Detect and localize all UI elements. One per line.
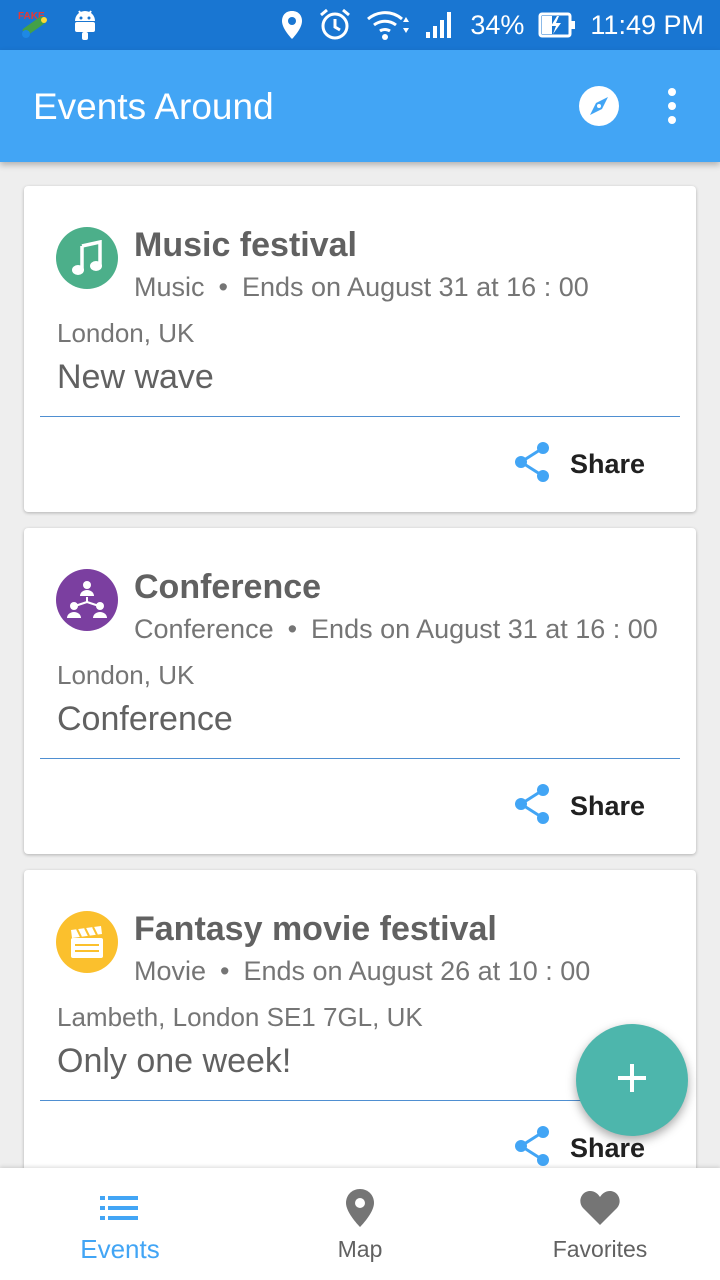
overflow-menu-icon[interactable] <box>654 84 690 128</box>
event-location: Lambeth, London SE1 7GL, UK <box>57 1002 423 1032</box>
share-icon <box>512 782 552 831</box>
signal-icon <box>424 10 456 40</box>
heart-icon <box>480 1186 720 1230</box>
event-location: London, UK <box>57 660 195 690</box>
event-list[interactable]: Music festival Music • Ends on August 31 a… <box>0 162 720 1168</box>
event-end-time: Ends on August 26 at 10 : 00 <box>243 956 591 986</box>
separator-dot: • <box>218 272 228 302</box>
nav-map[interactable]: Map <box>240 1168 480 1280</box>
plus-icon <box>616 1062 648 1099</box>
event-card[interactable]: Music festival Music • Ends on August 31 a… <box>24 186 696 512</box>
battery-percent: 34% <box>470 9 525 40</box>
event-description: Conference <box>57 700 233 738</box>
nav-map-label: Map <box>337 1236 383 1262</box>
add-event-button[interactable] <box>576 1024 688 1136</box>
battery-charging-icon <box>538 12 576 38</box>
bottom-navigation: Events Map Favorites <box>0 1168 720 1280</box>
location-pin-icon <box>280 9 304 41</box>
share-icon <box>512 440 552 489</box>
event-card[interactable]: Fantasy movie festival Movie • Ends on Aug… <box>24 870 696 1168</box>
map-pin-icon <box>240 1186 480 1230</box>
share-label: Share <box>570 1132 646 1163</box>
app-bar: Events Around <box>0 50 720 162</box>
compass-icon[interactable] <box>578 85 620 127</box>
share-icon <box>512 1124 552 1169</box>
app-title: Events Around <box>33 86 274 127</box>
wifi-icon <box>366 9 410 41</box>
event-category: Music <box>134 272 205 302</box>
separator-dot: • <box>287 614 298 644</box>
nav-favorites-label: Favorites <box>552 1236 648 1262</box>
music-note-icon <box>56 227 118 289</box>
event-title: Music festival <box>134 226 357 264</box>
share-label: Share <box>570 790 646 821</box>
fake-gps-icon: FAKE <box>16 8 52 42</box>
event-title: Fantasy movie festival <box>134 910 497 948</box>
nav-favorites[interactable]: Favorites <box>480 1168 720 1280</box>
android-icon <box>72 9 98 41</box>
event-description: New wave <box>57 358 214 396</box>
share-button[interactable]: Share <box>512 782 646 831</box>
separator-dot: • <box>220 956 230 986</box>
event-end-time: Ends on August 31 at 16 : 00 <box>241 272 589 302</box>
divider <box>40 416 680 417</box>
share-label: Share <box>570 448 646 479</box>
event-title: Conference <box>134 568 322 606</box>
status-bar: FAKE 34% 11:49 PM <box>0 0 720 50</box>
nav-events[interactable]: Events <box>0 1168 240 1280</box>
nav-events-label: Events <box>80 1234 160 1264</box>
event-meta: Conference • Ends on August 31 at 16 : 00 <box>134 614 658 645</box>
clock: 11:49 PM <box>590 9 704 40</box>
event-end-time: Ends on August 31 at 16 : 00 <box>311 614 658 644</box>
event-description: Only one week! <box>57 1042 292 1080</box>
event-category: Conference <box>134 614 274 644</box>
alarm-icon <box>318 8 352 42</box>
list-icon <box>0 1186 240 1230</box>
divider <box>40 758 680 759</box>
event-meta: Movie • Ends on August 26 at 10 : 00 <box>134 956 590 987</box>
event-meta: Music • Ends on August 31 at 16 : 00 <box>134 272 589 303</box>
clapperboard-icon <box>56 911 118 973</box>
event-card[interactable]: Conference Conference • Ends on August 31 … <box>24 528 696 854</box>
event-category: Movie <box>134 956 207 986</box>
conference-icon <box>56 569 118 631</box>
event-location: London, UK <box>57 318 195 348</box>
share-button[interactable]: Share <box>512 440 646 489</box>
